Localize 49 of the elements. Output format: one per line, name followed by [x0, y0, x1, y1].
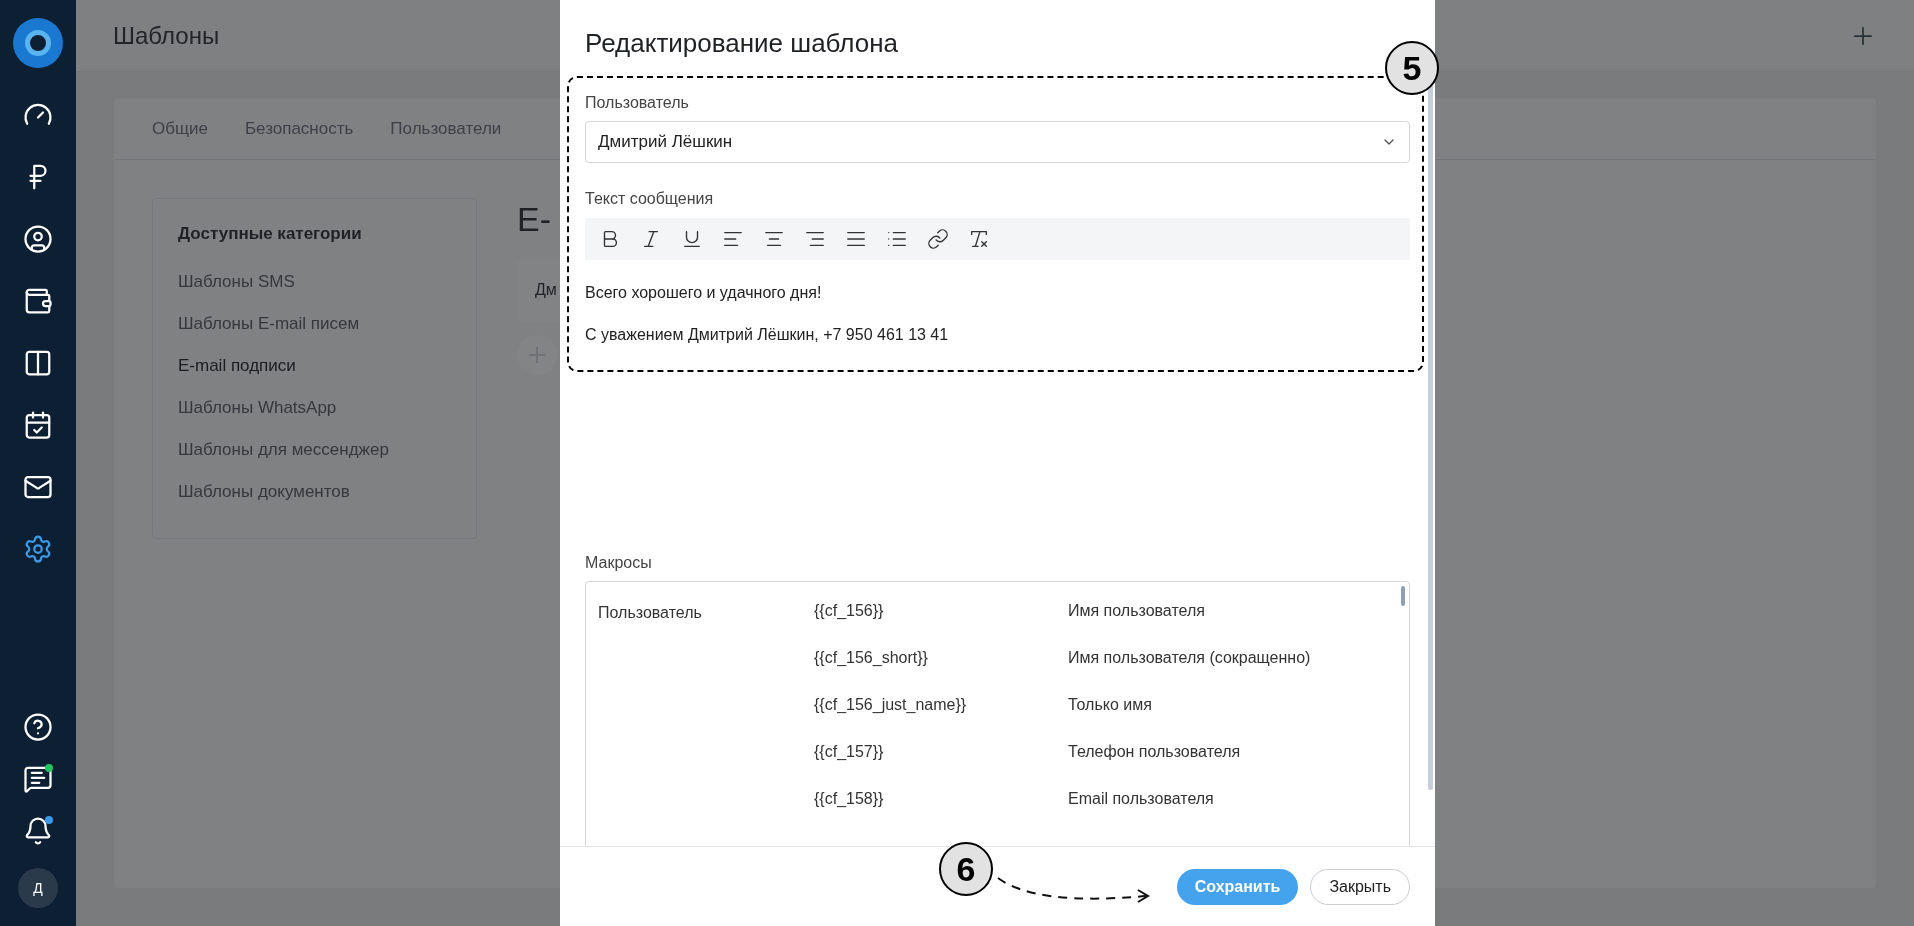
macro-description: Email пользователя	[1068, 790, 1214, 807]
macro-description: Только имя	[1068, 696, 1152, 713]
message-editor[interactable]: Всего хорошего и удачного дня! С уважением Дмитрий Лёшкин, +7 950 461 13 41	[585, 260, 1410, 553]
calendar-icon[interactable]	[23, 410, 53, 440]
user-select[interactable]: Дмитрий Лёшкин	[585, 121, 1410, 163]
underline-icon[interactable]	[681, 228, 703, 250]
link-icon[interactable]	[927, 228, 949, 250]
field-label: Макросы	[585, 553, 653, 573]
tab[interactable]: Безопасность	[244, 115, 354, 142]
category-item[interactable]: Шаблоны для мессенджер	[178, 428, 451, 471]
bell-icon[interactable]	[23, 816, 53, 846]
help-icon[interactable]	[23, 712, 53, 742]
settings-icon[interactable]	[23, 534, 53, 564]
page-title: Шаблоны	[113, 20, 220, 51]
close-button[interactable]: Закрыть	[1310, 868, 1410, 905]
macro-code: {{cf_156_just_name}}	[814, 696, 967, 713]
category-item[interactable]: E-mail подписи	[178, 344, 451, 387]
message-line: С уважением Дмитрий Лёшкин, +7 950 461 13 41	[585, 325, 950, 345]
clear-format-icon[interactable]	[968, 228, 990, 250]
category-item[interactable]: Шаблоны WhatsApp	[178, 386, 451, 429]
macro-group: Пользователь	[598, 604, 702, 621]
dialog-title: Редактирование шаблона	[585, 27, 900, 60]
columns-icon[interactable]	[23, 348, 53, 378]
tab[interactable]: Пользователи	[390, 115, 502, 142]
macro-code: {{cf_158}}	[814, 790, 884, 807]
field-label: Пользователь	[585, 93, 690, 113]
message-line: Всего хорошего и удачного дня!	[585, 283, 823, 303]
macro-code: {{cf_156_short}}	[814, 649, 928, 666]
category-item[interactable]: Шаблоны SMS	[178, 260, 451, 303]
chat-icon[interactable]	[23, 764, 53, 794]
callout-badge: 5	[1385, 41, 1439, 95]
save-button[interactable]: Сохранить	[1176, 868, 1299, 905]
category-item[interactable]: Шаблоны E-mail писем	[178, 302, 451, 345]
macro-code: {{cf_156}}	[814, 602, 884, 619]
macro-code: {{cf_157}}	[814, 743, 884, 760]
wallet-icon[interactable]	[23, 286, 53, 316]
macro-description: Имя пользователя (сокращенно)	[1068, 649, 1311, 666]
section-heading: E-	[517, 199, 552, 240]
tab[interactable]: Общие	[152, 115, 208, 142]
macro-description: Имя пользователя	[1068, 602, 1205, 619]
avatar[interactable]: Д	[18, 868, 58, 908]
category-item[interactable]: Шаблоны документов	[178, 470, 451, 513]
callout-badge: 6	[939, 842, 993, 896]
field-label: Текст сообщения	[585, 189, 715, 209]
categories-title: Доступные категории	[178, 223, 363, 245]
macro-description: Телефон пользователя	[1068, 743, 1241, 760]
scrollbar-thumb[interactable]	[1401, 586, 1405, 606]
logo-icon	[13, 18, 63, 68]
user-icon[interactable]	[23, 224, 53, 254]
